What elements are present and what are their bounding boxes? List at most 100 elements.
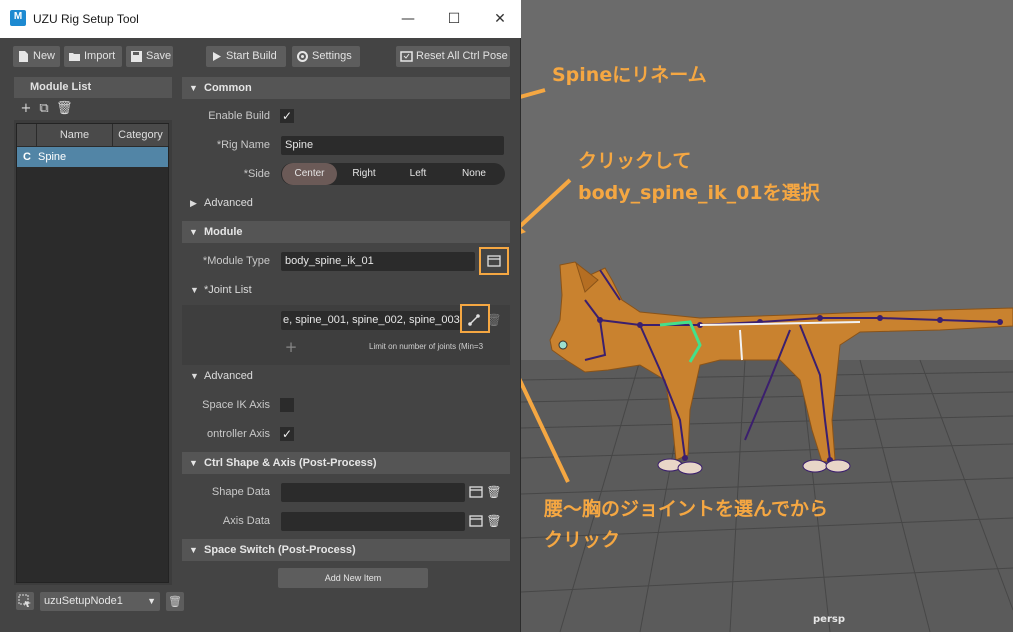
triangle-down-icon: ▼ (189, 83, 198, 93)
col-category-header[interactable]: Category (113, 124, 169, 146)
module-list-actions: + ⧉ 🗑 (14, 98, 172, 120)
chevron-down-icon: ▼ (147, 596, 156, 606)
triangle-down-icon: ▼ (189, 458, 198, 468)
joint-list-title: *Joint List (204, 284, 252, 296)
joint-list-toggle[interactable]: ▼ *Joint List (182, 279, 510, 301)
module-type-input[interactable]: body_spine_ik_01 (281, 252, 475, 271)
rig-name-input[interactable]: Spine (281, 136, 504, 155)
setup-node-bar: uzuSetupNode1 ▼ 🗑 (14, 590, 184, 612)
gear-icon (297, 51, 308, 62)
app-icon: M (10, 10, 26, 26)
common-advanced-toggle[interactable]: ▶ Advanced (182, 192, 510, 214)
new-button[interactable]: New (13, 46, 60, 67)
section-space-switch-title: Space Switch (Post-Process) (204, 544, 356, 556)
shape-data-window-button[interactable] (468, 484, 484, 500)
controller-axis-checkbox[interactable]: ✓ (280, 427, 294, 441)
axis-data-window-button[interactable] (468, 513, 484, 529)
side-option-right[interactable]: Right (337, 163, 391, 185)
side-option-none[interactable]: None (445, 163, 503, 185)
advanced-title: Advanced (204, 370, 253, 382)
import-button-label: Import (84, 50, 116, 62)
shape-data-input[interactable] (281, 483, 465, 502)
annotation-rename: Spineにリネーム (552, 64, 707, 86)
space-ik-axis-label: Space IK Axis (202, 399, 270, 411)
setup-node-value: uzuSetupNode1 (44, 595, 123, 607)
window-icon (469, 515, 483, 527)
add-joint-icon[interactable]: + (283, 339, 299, 355)
settings-button[interactable]: Settings (292, 46, 360, 67)
minimize-button[interactable]: — (394, 8, 422, 30)
properties-panel: ▼ Common Enable Build ✓ *Rig Name Spine *… (182, 77, 510, 589)
enable-build-label: Enable Build (208, 110, 270, 122)
section-space-switch[interactable]: ▼ Space Switch (Post-Process) (182, 539, 510, 561)
shape-data-label: Shape Data (211, 486, 270, 498)
new-file-icon (19, 51, 28, 62)
section-module[interactable]: ▼ Module (182, 221, 510, 243)
module-table: Name Category C Spine (16, 123, 169, 583)
triangle-down-icon: ▼ (190, 371, 199, 381)
highlight-joint-picker (460, 304, 490, 333)
axis-data-trash-icon[interactable]: 🗑 (486, 513, 502, 529)
save-button[interactable]: Save (126, 46, 173, 67)
triangle-down-icon: ▼ (190, 285, 199, 295)
close-button[interactable]: ✕ (486, 8, 514, 30)
section-common[interactable]: ▼ Common (182, 77, 510, 99)
triangle-down-icon: ▼ (189, 545, 198, 555)
settings-label: Settings (312, 50, 352, 62)
module-list-panel: Module List + ⧉ 🗑 Name Category C Spine (14, 77, 172, 585)
joint-limit-note: Limit on number of joints (Min=3 (369, 342, 484, 351)
section-ctrl-shape-title: Ctrl Shape & Axis (Post-Process) (204, 457, 377, 469)
cursor-icon (18, 594, 31, 607)
section-common-title: Common (204, 82, 252, 94)
floppy-icon (131, 51, 142, 62)
side-option-left[interactable]: Left (391, 163, 445, 185)
camera-label: persp (813, 614, 845, 625)
reset-label: Reset All Ctrl Pose (416, 50, 508, 62)
triangle-down-icon: ▼ (189, 227, 198, 237)
axis-data-label: Axis Data (222, 515, 270, 527)
rig-setup-window: M UZU Rig Setup Tool — ☐ ✕ New Import Sa… (0, 0, 521, 632)
section-ctrl-shape[interactable]: ▼ Ctrl Shape & Axis (Post-Process) (182, 452, 510, 474)
side-label: *Side (243, 168, 270, 180)
highlight-module-picker (479, 247, 509, 275)
annotation-click-select-1: クリックして (578, 150, 692, 172)
add-new-item-button[interactable]: Add New Item (278, 568, 428, 588)
col-type-header (17, 124, 37, 146)
new-button-label: New (33, 50, 56, 62)
reset-icon (400, 51, 413, 62)
module-list-header: Module List (14, 77, 172, 98)
joint-list-input[interactable]: e, spine_001, spine_002, spine_003 (281, 311, 461, 330)
advanced-toggle[interactable]: ▼ Advanced (182, 365, 510, 387)
select-node-button[interactable] (16, 592, 34, 610)
trash-icon: 🗑 (168, 595, 182, 608)
title-bar[interactable]: M UZU Rig Setup Tool — ☐ ✕ (0, 0, 521, 38)
duplicate-icon[interactable]: ⧉ (36, 101, 52, 117)
window-icon (469, 486, 483, 498)
col-name-header[interactable]: Name (37, 124, 113, 146)
axis-data-input[interactable] (281, 512, 465, 531)
play-icon (213, 52, 221, 61)
reset-ctrl-pose-button[interactable]: Reset All Ctrl Pose (396, 46, 510, 67)
row-name: Spine (38, 151, 67, 163)
row-type: C (23, 151, 31, 163)
space-ik-axis-checkbox[interactable] (280, 398, 294, 412)
table-row[interactable]: C Spine (17, 147, 168, 167)
maximize-button[interactable]: ☐ (440, 8, 468, 30)
trash-icon[interactable]: 🗑 (56, 101, 73, 117)
shape-data-trash-icon[interactable]: 🗑 (486, 484, 502, 500)
save-button-label: Save (146, 50, 172, 62)
folder-icon (69, 53, 80, 61)
delete-node-button[interactable]: 🗑 (166, 592, 184, 611)
start-build-button[interactable]: Start Build (206, 46, 286, 67)
import-button[interactable]: Import (64, 46, 122, 67)
controller-axis-label: ontroller Axis (207, 428, 270, 440)
add-icon[interactable]: + (18, 101, 34, 117)
start-build-label: Start Build (226, 50, 277, 62)
side-option-center[interactable]: Center (282, 163, 337, 185)
section-module-title: Module (204, 226, 243, 238)
triangle-right-icon: ▶ (190, 198, 197, 208)
window-title: UZU Rig Setup Tool (33, 12, 139, 26)
enable-build-checkbox[interactable]: ✓ (280, 109, 294, 123)
module-type-label: *Module Type (202, 255, 270, 267)
setup-node-select[interactable]: uzuSetupNode1 ▼ (40, 592, 160, 611)
